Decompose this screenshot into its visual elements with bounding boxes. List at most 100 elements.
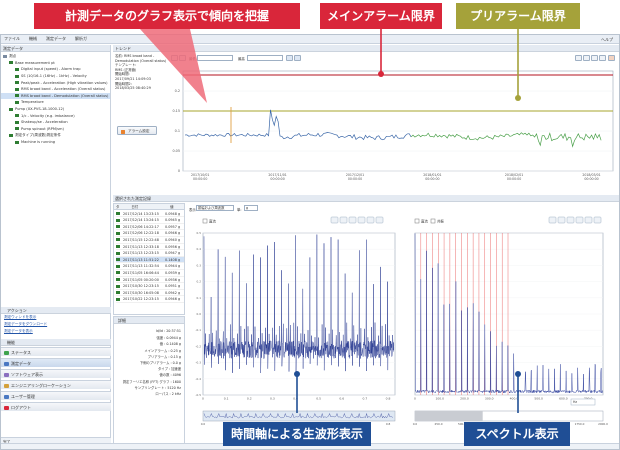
record-row[interactable]: 2017/11/05 16:06:44 0.0939 g	[116, 270, 184, 277]
tree-item[interactable]: Shakeup/se - Acceleration	[1, 119, 110, 126]
tree-item[interactable]: RMS broad band - Acceleration (Overall s…	[1, 86, 110, 93]
tree-item[interactable]: 測点	[1, 53, 110, 60]
menu-analysis[interactable]: 解析ガ	[75, 36, 87, 42]
expand-icon[interactable]	[608, 55, 615, 61]
nav-button[interactable]: ステータス	[1, 347, 111, 356]
tree-item-label: Peak/peak - Acceleration (High vibration…	[21, 80, 108, 85]
pan-icon[interactable]	[599, 55, 606, 61]
tree-item[interactable]: RMS broad band - Demodulation (Overall s…	[1, 92, 110, 100]
nav-button[interactable]: ソフトウェア表示	[1, 369, 111, 378]
prev-icon[interactable]	[171, 55, 178, 61]
forward-icon[interactable]	[286, 55, 293, 61]
record-row[interactable]: 2017/12/14 13:24:15 0.0945 g	[116, 218, 184, 224]
tree-item-label: Pump spinout (RPM/sm)	[21, 126, 64, 131]
trend-x-tick: 00:00:00	[348, 177, 362, 181]
tree-item[interactable]: SS (10/16-1 (16Hz) - 1kHz) - Velocity	[1, 73, 110, 80]
nav-button[interactable]: ユーザー管理	[1, 391, 111, 400]
trend-plot-area	[182, 70, 614, 172]
tree-item[interactable]: 測定タイプ(周波数)測定条件	[1, 132, 110, 139]
menu-help[interactable]: ヘルプ	[601, 37, 613, 43]
waveform-chart[interactable]: 直流 0.5 0.4 0.3 0.2 0.1 0.0 -0.1 -0.2 -0.3 -0.4 -0.5…	[189, 215, 401, 429]
trend-y-tick: 0.1	[175, 129, 180, 133]
record-status-icon	[116, 225, 120, 229]
zoom-out-icon[interactable]	[591, 55, 598, 61]
menu-measurement[interactable]: 測定データ	[46, 36, 66, 42]
waveform-y-tick: 0.2	[197, 280, 202, 284]
nav-button-label: エンジニアリングローケーション	[11, 383, 71, 388]
view-mode-select[interactable]: 振幅および周波数	[196, 205, 234, 211]
record-row[interactable]: 2017/10/22 12:23:15 0.0946 g	[116, 297, 184, 303]
menu-file[interactable]: ファイル	[4, 36, 20, 42]
dc-checkbox[interactable]	[202, 218, 208, 224]
nav-button[interactable]: エンジニアリングローケーション	[1, 380, 111, 389]
record-row[interactable]: 2017/11/13 12:23:15 0.0947 g	[116, 251, 184, 257]
unit-select[interactable]: g	[244, 205, 258, 211]
zoom-in-icon[interactable]	[566, 216, 575, 224]
details-header: 詳細	[114, 317, 184, 324]
zoom-in-icon[interactable]	[339, 216, 348, 224]
trend-x-tick: 00:00:00	[270, 177, 284, 181]
range-a-select[interactable]	[197, 55, 233, 61]
waveform-callout: 時間軸による生波形表示	[223, 422, 371, 446]
nav-button[interactable]: 測定データ	[1, 358, 111, 367]
record-row[interactable]: 2017/11/15 12:22:48 0.0940 g	[116, 237, 184, 244]
resonance-checkbox[interactable]	[430, 218, 436, 224]
tree-item[interactable]: 1/c - Velocity (e.g. imbalance)	[1, 112, 110, 119]
nav-button[interactable]: ログアウト	[1, 402, 111, 411]
zoom-in-icon[interactable]	[583, 55, 590, 61]
record-row[interactable]: 2017/11/13 11:32:54 0.0944 g	[116, 264, 184, 270]
save-icon[interactable]	[330, 216, 339, 224]
trend-chart[interactable]: 0.20.150.10.0502017/10/0100:00:002017/11…	[113, 63, 619, 193]
trend-header-label: トレンド	[115, 46, 131, 51]
spectrum-overview-window[interactable]	[415, 411, 483, 421]
main-alarm-header-text: メインアラーム限界	[327, 9, 435, 23]
zoom-out-icon[interactable]	[348, 216, 357, 224]
tree-item[interactable]: Peak/peak - Acceleration (High vibration…	[1, 79, 110, 86]
waveform-overview-tick: 0.0	[201, 422, 206, 426]
detail-row: ローパス : 2 kHz	[155, 391, 181, 396]
expand-icon[interactable]	[375, 216, 384, 224]
tree-item[interactable]: Machine is running	[1, 139, 110, 146]
record-date: 2017/12/06 14:22:17	[123, 224, 159, 229]
unit-label: 単:	[237, 208, 242, 212]
record-row[interactable]: 2017/12/14 13:23:15 0.0948 g	[116, 211, 184, 218]
pan-icon[interactable]	[357, 216, 366, 224]
record-row[interactable]: 2017/12/06 14:22:17 0.0957 g	[116, 224, 184, 231]
action-link-2[interactable]: 測定データをダウンロード	[1, 321, 111, 328]
pan-icon[interactable]	[584, 216, 593, 224]
spectrum-callout: スペクトル表示	[464, 422, 570, 446]
reset-icon[interactable]	[366, 216, 375, 224]
record-row[interactable]: 2017/10/30 16:05:08 0.0942 g	[116, 290, 184, 297]
tree-item[interactable]: Temperature	[1, 99, 110, 106]
menu-machine[interactable]: 機械	[29, 36, 37, 42]
next-icon[interactable]	[294, 55, 301, 61]
detail-value: 0.0 g	[172, 361, 181, 365]
trend-y-tick: 0.05	[172, 149, 180, 153]
spectrum-x-tick: 400.0	[510, 397, 519, 401]
expand-icon[interactable]	[593, 216, 602, 224]
back-icon[interactable]	[179, 55, 186, 61]
record-row[interactable]: 2017/12/06 12:22:18 0.0946 g	[116, 231, 184, 237]
tree-item[interactable]: Base measurement pt	[1, 60, 110, 67]
record-row[interactable]: 2017/11/13 11:51:22 0.1408 g	[116, 257, 184, 264]
save-icon[interactable]	[557, 216, 566, 224]
tree-item[interactable]: Pump spinout (RPM/sm)	[1, 126, 110, 133]
action-link-1[interactable]: 測定ウィンドを表示	[1, 314, 111, 321]
detail-row: 測定フーリエ名称 (FFT) グラフ : 1600	[123, 379, 181, 384]
action-link-3[interactable]: 測定データを表示	[1, 328, 111, 335]
save-icon[interactable]	[575, 55, 582, 61]
range-b-select[interactable]	[247, 55, 283, 61]
dc-checkbox[interactable]	[414, 218, 420, 224]
pre-alarm-header-text: プリアラーム限界	[470, 9, 566, 23]
main-alarm-header: メインアラーム限界	[320, 3, 442, 29]
grid-icon[interactable]	[548, 216, 557, 224]
detail-key: 強度 :	[156, 336, 167, 341]
record-row[interactable]: 2017/11/05 00:20:00 0.0936 g	[116, 277, 184, 284]
record-row[interactable]: 2017/10/30 12:23:15 0.0951 g	[116, 284, 184, 290]
zoom-out-icon[interactable]	[575, 216, 584, 224]
record-row[interactable]: 2017/11/13 12:33:18 0.0956 g	[116, 244, 184, 251]
col-type: タ	[116, 205, 120, 209]
tree-item[interactable]: Digital input (speed) - Alarm trap	[1, 66, 110, 73]
spectrum-chart[interactable]: 直流 共振0 100.0 200.0 300.0 400.0 500.0 600.0 700.0…	[405, 215, 611, 429]
tree-item[interactable]: Pump (XX-PVS-18-1000-12)	[1, 106, 110, 113]
